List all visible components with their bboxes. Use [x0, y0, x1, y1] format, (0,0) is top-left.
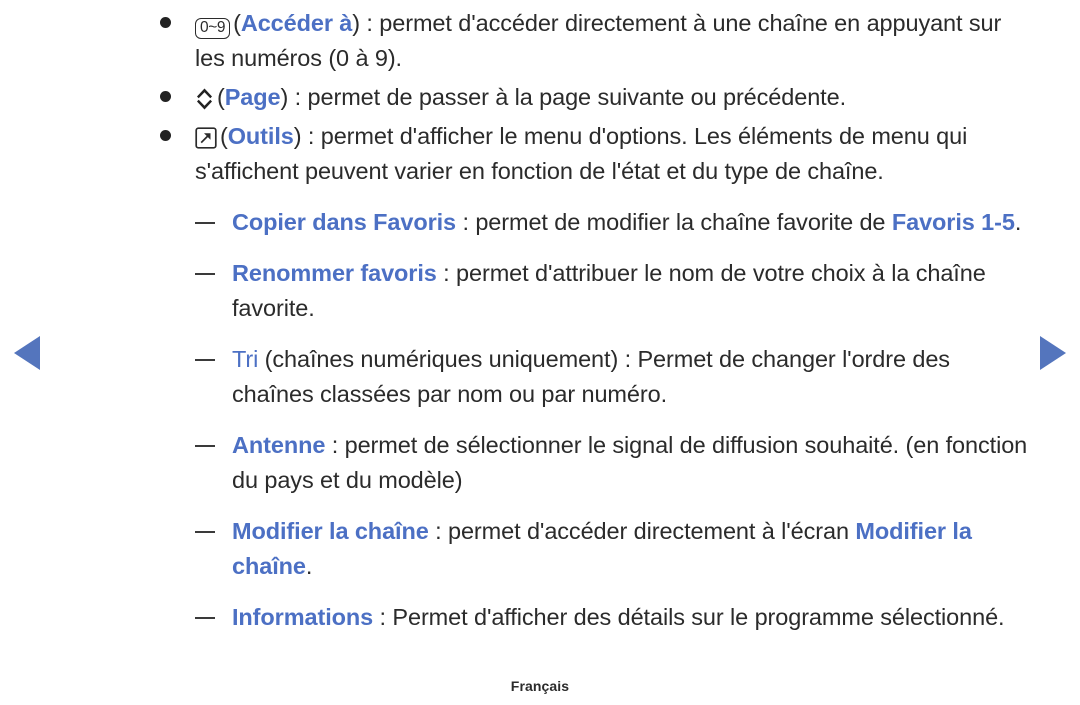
sub-list-item: Renommer favoris : permet d'attribuer le…: [0, 256, 1080, 326]
bullet-desc: ) : permet d'afficher le menu d'options.…: [293, 123, 930, 149]
dash-marker: [195, 222, 215, 224]
sub-item-text: Copier dans Favoris : permet de modifier…: [232, 205, 1030, 240]
sub-list-item: Informations : Permet d'afficher des dét…: [0, 600, 1080, 635]
term-page: Page: [224, 84, 281, 110]
paren-open: (: [220, 123, 228, 149]
dash-marker: [195, 445, 215, 447]
bullet-marker: [160, 91, 171, 102]
sub-list-item: Tri (chaînes numériques uniquement) : Pe…: [0, 342, 1080, 412]
manual-content: 0~9 (Accéder à) : permet d'accéder direct…: [0, 0, 1080, 635]
list-item: 0~9 (Accéder à) : permet d'accéder direct…: [0, 6, 1080, 76]
bullet-desc: ) : permet de passer à la page suivante …: [280, 84, 847, 110]
emphasis-favoris-1-5: Favoris 1-5: [891, 209, 1015, 235]
list-item: (Page) : permet de passer à la page suiv…: [0, 80, 1080, 115]
dash-marker: [195, 531, 215, 533]
numeric-keys-icon: 0~9: [195, 18, 231, 39]
sub-item-desc: (chaînes numériques uniquement) : Permet…: [232, 346, 950, 407]
bullet-marker: [160, 17, 171, 28]
dash-marker: [195, 273, 215, 275]
sub-list-item: Copier dans Favoris : permet de modifier…: [0, 205, 1080, 240]
sub-item-text: Tri (chaînes numériques uniquement) : Pe…: [232, 342, 1030, 412]
sub-item-text: Antenne : permet de sélectionner le sign…: [232, 428, 1030, 498]
footer-language-label: Français: [510, 678, 570, 694]
sub-item-desc: : Permet d'afficher des détails sur le p…: [373, 604, 1005, 630]
bullet-marker: [160, 130, 171, 141]
sub-item-desc-end: .: [1014, 209, 1022, 235]
sub-item-desc: : permet d'accéder directement à l'écran: [428, 518, 856, 544]
sub-item-text: Renommer favoris : permet d'attribuer le…: [232, 256, 1030, 326]
sub-item-desc: : permet de sélectionner le signal de di…: [232, 432, 1028, 493]
bullet-text: (Outils) : permet d'afficher le menu d'o…: [195, 119, 1030, 189]
term-informations: Informations: [232, 604, 374, 630]
dash-marker: [195, 617, 215, 619]
term-tri: Tri: [232, 346, 259, 372]
term-outils: Outils: [227, 123, 294, 149]
sub-item-desc: : permet de modifier la chaîne favorite …: [456, 209, 892, 235]
sub-item-desc-end: .: [305, 553, 313, 579]
list-item: (Outils) : permet d'afficher le menu d'o…: [0, 119, 1080, 189]
sub-item-text: Informations : Permet d'afficher des dét…: [232, 600, 1030, 635]
term-modifier-la-chaine: Modifier la chaîne: [232, 518, 429, 544]
paren-open: (: [233, 10, 241, 36]
sub-list-item: Modifier la chaîne : permet d'accéder di…: [0, 514, 1080, 584]
term-acceder-a: Accéder à: [240, 10, 353, 36]
dash-marker: [195, 359, 215, 361]
sub-item-text: Modifier la chaîne : permet d'accéder di…: [232, 514, 1030, 584]
bullet-desc: ) : permet d'accéder directement à une c…: [352, 10, 861, 36]
term-renommer-favoris: Renommer favoris: [232, 260, 437, 286]
paren-open: (: [217, 84, 225, 110]
sub-list-item: Antenne : permet de sélectionner le sign…: [0, 428, 1080, 498]
term-copier-dans-favoris: Copier dans Favoris: [232, 209, 457, 235]
bullet-text: (Page) : permet de passer à la page suiv…: [195, 80, 1030, 115]
term-antenne: Antenne: [232, 432, 326, 458]
page-up-down-icon: [195, 86, 214, 110]
bullet-text: 0~9 (Accéder à) : permet d'accéder direct…: [195, 6, 1030, 76]
tools-icon: [195, 124, 217, 149]
